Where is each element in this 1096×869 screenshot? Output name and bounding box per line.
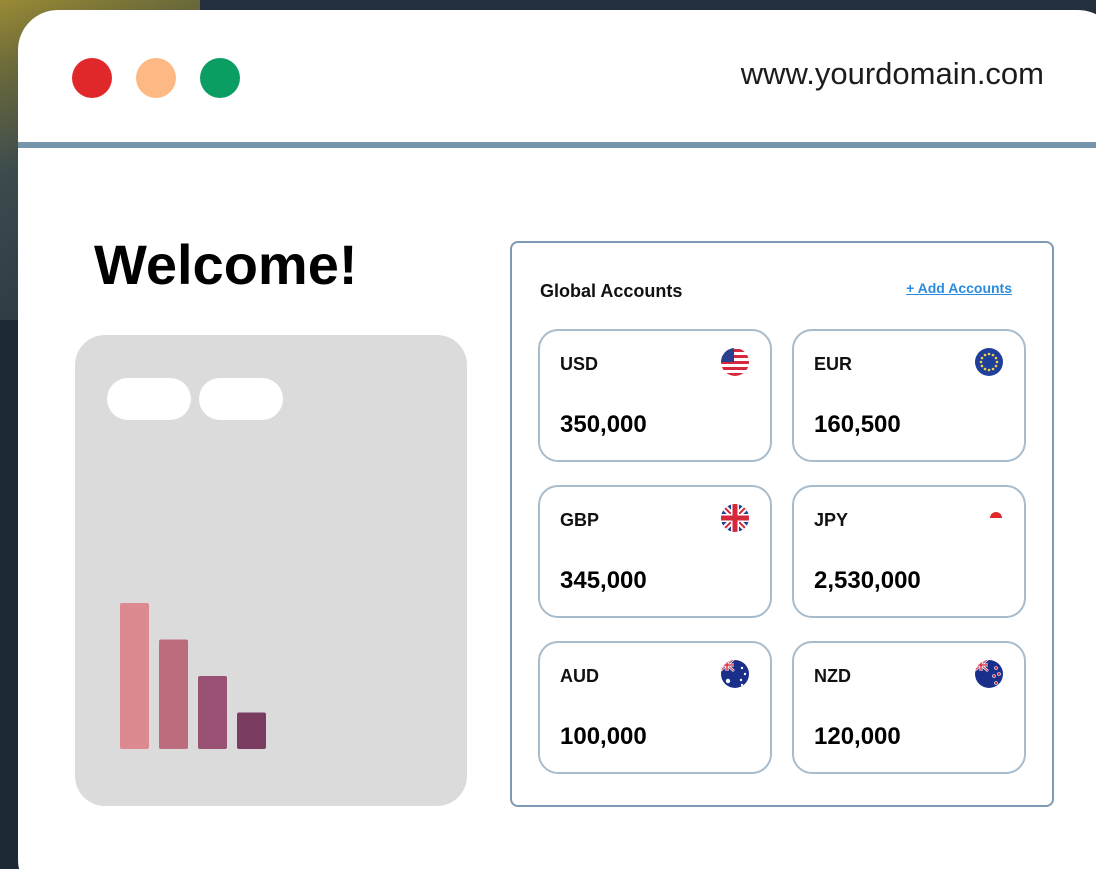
uk-flag-icon (721, 504, 749, 532)
currency-code: EUR (814, 354, 853, 374)
account-card-jpy[interactable]: JPY 2,530,000 (792, 485, 1026, 618)
au-flag-icon (721, 660, 749, 688)
close-window-button[interactable] (72, 58, 112, 98)
browser-window: www.yourdomain.com Welcome! Global Accou… (18, 10, 1096, 869)
currency-code: USD (560, 354, 599, 374)
chart-bar-3 (198, 676, 227, 749)
account-balance: 120,000 (814, 723, 901, 750)
currency-code: NZD (814, 666, 851, 686)
account-card-usd[interactable]: USD 350,000 (538, 329, 772, 462)
currency-code: GBP (560, 510, 600, 530)
add-accounts-link[interactable]: + Add Accounts (906, 280, 1012, 296)
us-flag-icon (721, 348, 749, 376)
browser-titlebar: www.yourdomain.com (18, 10, 1096, 142)
panel-title: Global Accounts (540, 281, 683, 301)
chart-bar-2 (159, 639, 188, 749)
jp-flag-icon (990, 512, 1002, 518)
nz-flag-icon (975, 660, 1003, 688)
account-balance: 345,000 (560, 567, 647, 594)
currency-code: JPY (814, 510, 849, 530)
account-card-gbp[interactable]: GBP 345,000 (538, 485, 772, 618)
account-card-aud[interactable]: AUD 100,000 (538, 641, 772, 774)
account-card-eur[interactable]: EUR 160,500 (792, 329, 1026, 462)
chart-bar-4 (237, 712, 266, 749)
chart-card (75, 335, 467, 806)
bar-chart (120, 603, 266, 749)
eu-flag-icon (975, 348, 1003, 376)
address-bar-url[interactable]: www.yourdomain.com (741, 56, 1044, 92)
page-title: Welcome! (94, 233, 358, 296)
account-balance: 160,500 (814, 411, 901, 438)
chart-bar-1 (120, 603, 149, 749)
titlebar-divider (18, 142, 1096, 148)
maximize-window-button[interactable] (200, 58, 240, 98)
account-balance: 2,530,000 (814, 567, 921, 594)
account-card-nzd[interactable]: NZD 120,000 (792, 641, 1026, 774)
currency-code: AUD (560, 666, 599, 686)
minimize-window-button[interactable] (136, 58, 176, 98)
global-accounts-panel: Global Accounts + Add Accounts USD 350,0… (510, 241, 1054, 807)
account-balance: 100,000 (560, 723, 647, 750)
account-balance: 350,000 (560, 411, 647, 438)
